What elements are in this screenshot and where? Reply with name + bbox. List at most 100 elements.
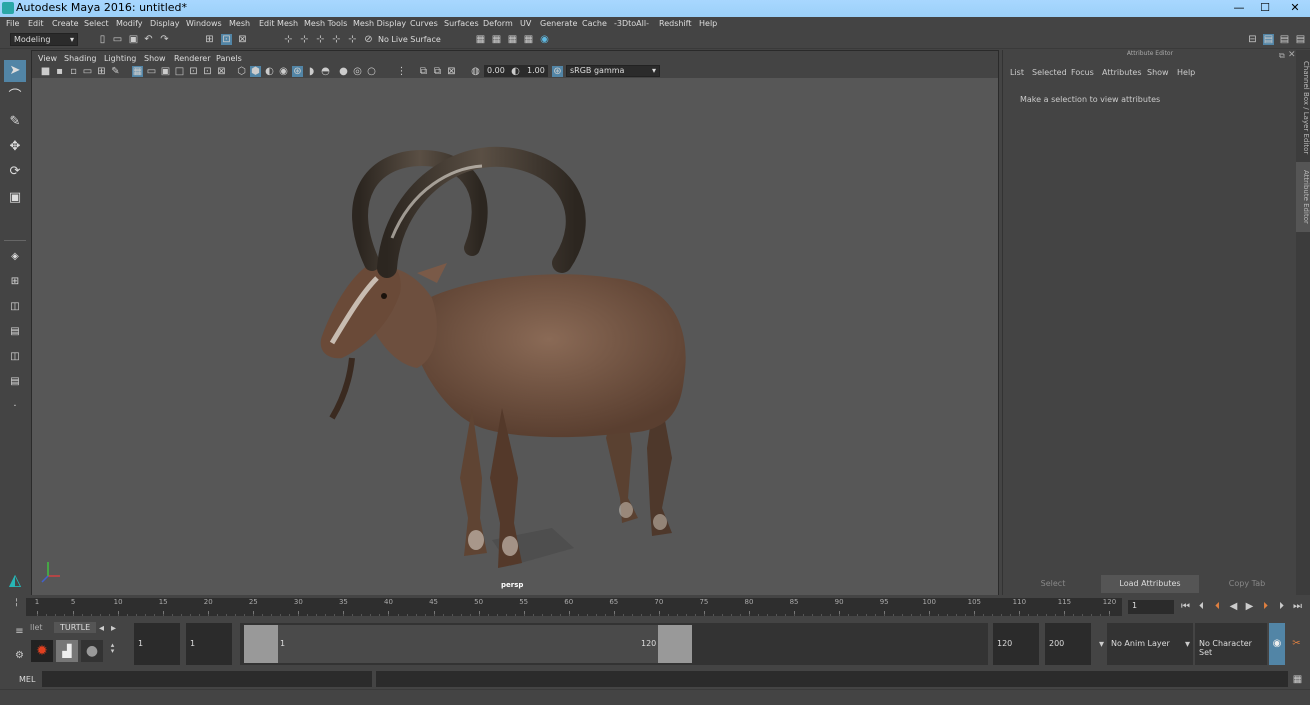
ae-menu-selected[interactable]: Selected [1032,68,1067,77]
snap-projected-icon[interactable]: ⊹ [331,34,342,45]
channel-box-tab[interactable]: Channel Box / Layer Editor [1296,58,1310,158]
lasso-tool-icon[interactable]: ⌒ [4,86,26,108]
menu-edit-mesh[interactable]: Edit Mesh [259,19,298,28]
menu-create[interactable]: Create [52,19,79,28]
ibex-model[interactable] [32,78,998,595]
anim-layer-dropdown-icon[interactable]: ▾ [1096,639,1107,650]
select-tool-icon[interactable]: ➤ [4,60,26,82]
shelf-tab-turtle[interactable]: TURTLE [54,622,97,633]
mel-input[interactable] [42,671,372,687]
turtle-bake-icon[interactable]: ▟ [56,640,78,662]
rotate-tool-icon[interactable]: ⟳ [4,161,26,183]
step-back-frame-icon[interactable]: ⏴ [1212,601,1223,612]
gate-mask-icon[interactable]: □ [174,66,185,77]
play-forwards-icon[interactable]: ▶ [1244,601,1255,612]
menu-3dtoall[interactable]: -3DtoAll- [614,19,649,28]
perspective-viewport[interactable]: persp [32,78,998,595]
render-view-icon[interactable]: ▦ [491,34,502,45]
use-all-lights-icon[interactable]: ⊛ [292,66,303,77]
menu-mesh-tools[interactable]: Mesh Tools [304,19,347,28]
select-button[interactable]: Select [1005,575,1101,593]
field-chart-icon[interactable]: ⊡ [188,66,199,77]
select-object-icon[interactable]: ⊡ [221,34,232,45]
menu-modify[interactable]: Modify [116,19,143,28]
go-to-end-icon[interactable]: ⏭ [1292,601,1303,612]
play-backwards-icon[interactable]: ◀ [1228,601,1239,612]
step-forward-key-icon[interactable]: ⏵ [1276,601,1287,612]
vp-menu-lighting[interactable]: Lighting [104,54,136,63]
playback-end-field[interactable]: 120 [993,623,1039,665]
select-component-icon[interactable]: ⊠ [237,34,248,45]
resolution-gate-icon[interactable]: ▣ [160,66,171,77]
vp-menu-view[interactable]: View [38,54,57,63]
color-space-dropdown[interactable]: sRGB gamma ▾ [566,65,660,77]
menu-mesh-display[interactable]: Mesh Display [353,19,406,28]
isolate-select-icon[interactable]: ⋮ [396,66,407,77]
menu-generate[interactable]: Generate [540,19,577,28]
channel-box-toggle-icon[interactable]: ▤ [1279,34,1290,45]
paint-select-tool-icon[interactable]: ✎ [4,111,26,133]
minimize-button[interactable]: — [1226,0,1252,16]
menu-cache[interactable]: Cache [582,19,607,28]
gamma-field[interactable]: 1.00 [524,65,548,77]
shadows-icon[interactable]: ◗ [306,66,317,77]
menu-file[interactable]: File [6,19,19,28]
maximize-button[interactable]: ☐ [1252,0,1278,16]
textured-icon[interactable]: ◉ [278,66,289,77]
ambient-occlusion-icon[interactable]: ◓ [320,66,331,77]
exposure-icon[interactable]: ◍ [470,66,481,77]
ipr-render-icon[interactable]: ▦ [507,34,518,45]
persp-outliner-layout-icon[interactable]: ◫ [4,296,26,318]
film-gate-icon[interactable]: ▭ [146,66,157,77]
color-management-icon[interactable]: ⊛ [552,66,563,77]
ae-menu-focus[interactable]: Focus [1071,68,1094,77]
xray-components-icon[interactable]: ⊠ [446,66,457,77]
auto-keyframe-icon[interactable]: ◉ [1269,623,1285,665]
shelf-menu-icon[interactable]: ≡ [14,626,25,637]
ae-menu-show[interactable]: Show [1147,68,1169,77]
mel-label[interactable]: MEL [19,675,35,684]
single-perspective-layout-icon[interactable]: ◈ [4,246,26,268]
camera-attributes-icon[interactable]: ▪ [54,66,65,77]
depth-of-field-icon[interactable]: ○ [366,66,377,77]
redo-icon[interactable]: ↷ [159,34,170,45]
shelf-prev-icon[interactable]: ◂ [96,623,107,634]
menu-select[interactable]: Select [84,19,109,28]
persp-graph-layout-icon[interactable]: ▤ [4,321,26,343]
turtle-render-icon[interactable]: ✹ [31,640,53,662]
float-icon[interactable]: ⧉ [1279,51,1285,61]
snap-curve-icon[interactable]: ⊹ [299,34,310,45]
shelf-settings-icon[interactable]: ⚙ [14,650,25,661]
attribute-editor-toggle-icon[interactable]: ▤ [1263,34,1274,45]
playback-start-field[interactable]: 1 [186,623,232,665]
new-scene-icon[interactable]: ▯ [97,34,108,45]
safe-title-icon[interactable]: ⊠ [216,66,227,77]
safe-action-icon[interactable]: ⊡ [202,66,213,77]
timeline-ruler[interactable]: 1 5 10 15 20 25 30 35 40 45 50 55 60 65 70 75 80 85 90 95 10… [26,598,1122,616]
scale-tool-icon[interactable]: ▣ [4,187,26,209]
menu-display[interactable]: Display [150,19,180,28]
ae-menu-attributes[interactable]: Attributes [1102,68,1142,77]
turtle-sphere-icon[interactable]: ● [81,640,103,662]
menu-redshift[interactable]: Redshift [659,19,691,28]
menu-mesh[interactable]: Mesh [229,19,250,28]
tool-settings-toggle-icon[interactable]: ▤ [1295,34,1306,45]
range-slider-track[interactable]: 1 120 [240,623,988,665]
time-slider[interactable]: ╎ 1 5 10 15 20 25 30 35 40 45 50 55 60 65 70 75 80 85 90 95… [0,596,1310,620]
undo-icon[interactable]: ↶ [143,34,154,45]
step-forward-frame-icon[interactable]: ⏵ [1260,601,1271,612]
make-live-icon[interactable]: ⊘ [363,34,374,45]
custom-layout-icon[interactable]: · [4,396,26,418]
multisample-icon[interactable]: ◎ [352,66,363,77]
camera-icon[interactable]: ■ [40,66,51,77]
script-editor-icon[interactable]: ▦ [1292,674,1303,685]
menu-curves[interactable]: Curves [410,19,438,28]
go-to-start-icon[interactable]: ⏮ [1180,601,1191,612]
hypershade-layout-icon[interactable]: ▤ [4,371,26,393]
motion-blur-icon[interactable]: ● [338,66,349,77]
select-hierarchy-icon[interactable]: ⊞ [204,34,215,45]
snap-grid-icon[interactable]: ⊹ [283,34,294,45]
anim-layer-field[interactable]: No Anim Layer [1107,623,1193,665]
xray-joints-icon[interactable]: ⧉ [432,66,443,77]
current-frame-field[interactable]: 1 [1128,600,1174,614]
